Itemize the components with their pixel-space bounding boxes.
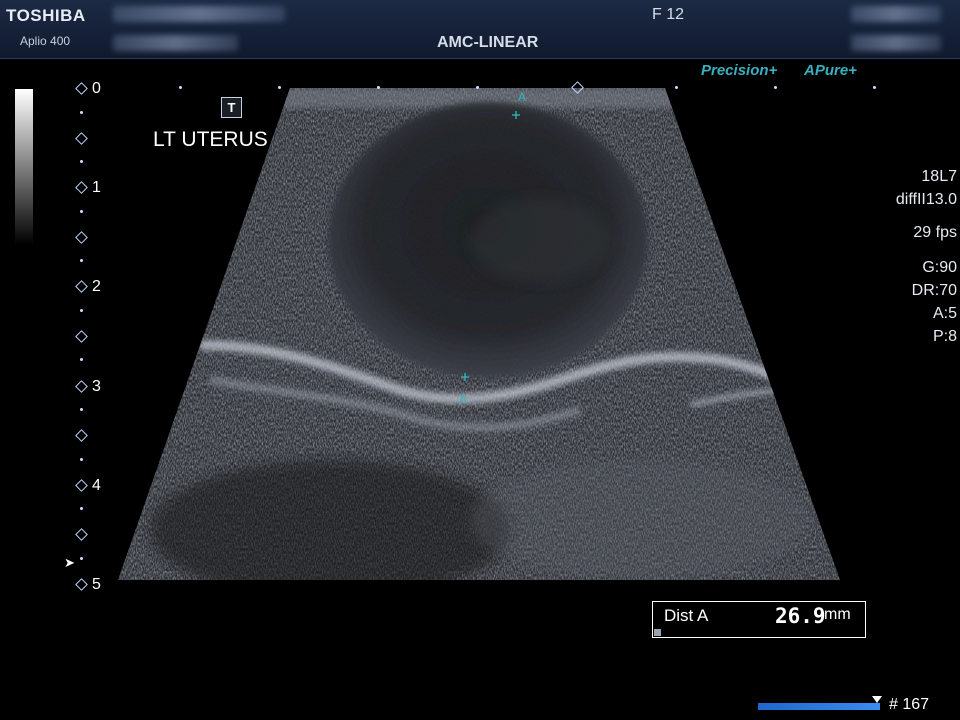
- depth-minor-tick: [80, 358, 83, 361]
- param-gain: G:90: [922, 259, 957, 276]
- lateral-tick: [377, 86, 380, 89]
- image-sector: [118, 88, 840, 580]
- cine-position-marker-icon[interactable]: [872, 696, 882, 703]
- measurement-value: 26.9: [775, 604, 826, 628]
- depth-minor-tick: [75, 429, 88, 442]
- depth-minor-tick: [80, 408, 83, 411]
- apure-plus-logo: APure+: [804, 62, 857, 79]
- depth-major-tick: [75, 578, 88, 591]
- param-fps: 29 fps: [913, 224, 957, 241]
- depth-label-1: 1: [92, 179, 101, 196]
- depth-major-tick: [75, 82, 88, 95]
- depth-label-5: 5: [92, 576, 101, 593]
- lateral-tick: [675, 86, 678, 89]
- depth-minor-tick: [80, 210, 83, 213]
- depth-label-2: 2: [92, 278, 101, 295]
- depth-minor-tick: [75, 132, 88, 145]
- imaging-parameters: 18L7 diffII13.0 29 fps G:90 DR:70 A:5 P:…: [847, 165, 957, 348]
- depth-major-tick: [75, 380, 88, 393]
- depth-minor-tick: [80, 458, 83, 461]
- lateral-tick: [873, 86, 876, 89]
- precision-plus-logo: Precision+: [701, 62, 778, 79]
- param-probe: 18L7: [921, 168, 957, 185]
- depth-minor-tick: [75, 330, 88, 343]
- depth-minor-tick: [75, 231, 88, 244]
- depth-minor-tick: [80, 309, 83, 312]
- measurement-unit: mm: [824, 606, 851, 623]
- grayscale-bar: [15, 89, 33, 245]
- measurement-handle[interactable]: [654, 629, 661, 636]
- lateral-tick: [774, 86, 777, 89]
- focus-marker[interactable]: [571, 81, 584, 94]
- lateral-tick: [278, 86, 281, 89]
- depth-label-4: 4: [92, 477, 101, 494]
- depth-major-tick: [75, 181, 88, 194]
- body-mark-annotation[interactable]: LT UTERUS: [153, 128, 268, 152]
- depth-minor-tick: [80, 160, 83, 163]
- depth-scale: 0 1 2 3 4 ➤ 5: [64, 80, 116, 600]
- lateral-scale: [0, 81, 960, 94]
- measurement-label: Dist A: [664, 606, 709, 625]
- depth-minor-tick: [75, 528, 88, 541]
- depth-minor-tick: [80, 111, 83, 114]
- depth-minor-tick: [80, 507, 83, 510]
- depth-major-tick: [75, 479, 88, 492]
- depth-label-0: 0: [92, 80, 101, 97]
- frame-counter: # 167: [889, 696, 930, 713]
- param-mode: diffII13.0: [895, 191, 957, 208]
- depth-label-3: 3: [92, 378, 101, 395]
- param-persistence: P:8: [932, 328, 957, 345]
- lateral-tick: [179, 86, 182, 89]
- depth-minor-tick: [80, 259, 83, 262]
- param-acoustic: A:5: [932, 305, 957, 322]
- cine-loop-bar[interactable]: [758, 703, 880, 710]
- param-dynamic-range: DR:70: [911, 282, 957, 299]
- measurement-result-box[interactable]: Dist A 26.9 mm: [652, 601, 866, 638]
- focus-depth-pointer-icon[interactable]: ➤: [64, 555, 75, 571]
- transducer-orientation-icon[interactable]: T: [221, 97, 242, 118]
- depth-major-tick: [75, 280, 88, 293]
- depth-minor-tick: [80, 557, 83, 560]
- caliper-bottom-label: A: [459, 392, 467, 406]
- lateral-tick: [476, 86, 479, 89]
